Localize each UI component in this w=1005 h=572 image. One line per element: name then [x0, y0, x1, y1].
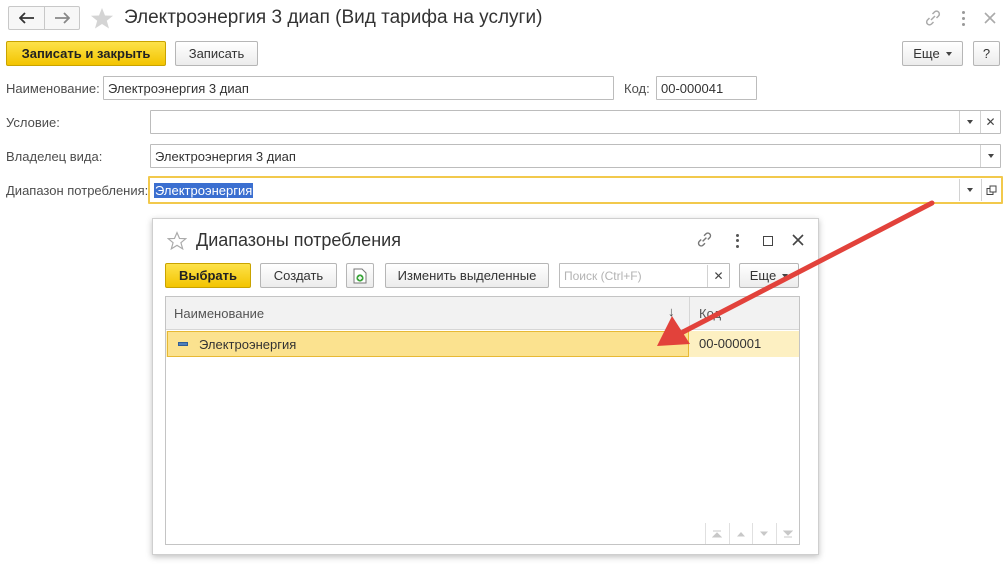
range-value: Электроэнергия: [154, 182, 254, 198]
arrow-right-icon: [55, 12, 70, 24]
condition-clear-button[interactable]: ✕: [980, 111, 1000, 133]
scroll-up-icon: [736, 531, 745, 536]
search-placeholder: Поиск (Ctrl+F): [564, 268, 642, 283]
scroll-first-button[interactable]: [705, 523, 729, 544]
open-icon: [986, 185, 997, 195]
chevron-down-icon: [945, 51, 952, 56]
write-and-close-button[interactable]: Записать и закрыть: [6, 41, 166, 66]
range-label: Диапазон потребления:: [6, 183, 149, 198]
more-vert-icon[interactable]: [734, 233, 740, 249]
last-page-icon: [782, 530, 793, 537]
row-code: 00-000001: [699, 336, 762, 351]
name-field[interactable]: Электроэнергия 3 диап: [103, 76, 614, 100]
scroll-down-button[interactable]: [752, 523, 776, 544]
table-row-name-cell: Электроэнергия: [167, 331, 689, 357]
scroll-up-button[interactable]: [728, 523, 753, 544]
favorite-star-icon[interactable]: [90, 7, 114, 29]
back-button[interactable]: [9, 7, 45, 29]
create-copy-button[interactable]: [346, 263, 374, 288]
table-row[interactable]: Электроэнергия 00-000001: [166, 331, 799, 357]
owner-label: Владелец вида:: [6, 149, 103, 164]
column-header-name-label: Наименование: [174, 306, 265, 321]
table-header: Наименование ↓ Код: [166, 297, 799, 330]
condition-label: Условие:: [6, 115, 60, 130]
window-title: Электроэнергия 3 диап (Вид тарифа на усл…: [124, 7, 543, 28]
chevron-down-icon: [966, 188, 973, 192]
dialog-title: Диапазоны потребления: [196, 230, 401, 250]
code-field[interactable]: 00-000041: [656, 76, 757, 100]
element-icon: [178, 342, 188, 346]
condition-dropdown-button[interactable]: [959, 111, 979, 133]
close-icon[interactable]: [792, 234, 804, 246]
owner-dropdown-button[interactable]: [980, 145, 1000, 167]
chevron-down-icon: [987, 154, 994, 158]
close-icon[interactable]: [983, 11, 997, 25]
search-clear-button[interactable]: ✕: [707, 265, 729, 287]
condition-field[interactable]: ✕: [150, 110, 1001, 134]
column-header-name[interactable]: Наименование ↓: [166, 297, 690, 330]
write-button[interactable]: Записать: [175, 41, 258, 66]
chevron-down-icon: [782, 273, 789, 278]
create-button[interactable]: Создать: [260, 263, 337, 288]
dialog-more-button[interactable]: Еще: [739, 263, 799, 288]
nav-group: [8, 6, 80, 30]
range-field[interactable]: Электроэнергия: [148, 176, 1003, 204]
forward-button[interactable]: [45, 7, 79, 29]
column-header-code[interactable]: Код: [699, 306, 721, 321]
scroll-down-icon: [760, 531, 769, 536]
help-button[interactable]: ?: [973, 41, 1000, 66]
name-label: Наименование:: [6, 81, 100, 96]
sort-arrow-icon: ↓: [668, 304, 675, 319]
favorite-star-icon[interactable]: [167, 231, 187, 250]
chevron-down-icon: [966, 120, 973, 124]
search-input[interactable]: Поиск (Ctrl+F) ✕: [559, 263, 730, 288]
more-vert-icon[interactable]: [960, 9, 966, 27]
link-icon[interactable]: [924, 9, 942, 27]
select-button[interactable]: Выбрать: [165, 263, 251, 288]
row-name: Электроэнергия: [199, 337, 297, 352]
scroll-nav: [705, 523, 799, 544]
code-label: Код:: [624, 81, 650, 96]
owner-value: Электроэнергия 3 диап: [155, 148, 296, 164]
range-open-button[interactable]: [981, 179, 1001, 201]
maximize-icon[interactable]: [763, 236, 773, 246]
range-dropdown-button[interactable]: [959, 179, 979, 201]
copy-add-icon: [353, 268, 367, 283]
arrow-left-icon: [18, 12, 34, 24]
ranges-table: Наименование ↓ Код Электроэнергия 00-000…: [165, 296, 800, 545]
change-selected-button[interactable]: Изменить выделенные: [385, 263, 549, 288]
link-icon[interactable]: [696, 231, 713, 248]
owner-field[interactable]: Электроэнергия 3 диап: [150, 144, 1001, 168]
first-page-icon: [712, 530, 723, 537]
more-button[interactable]: Еще: [902, 41, 963, 66]
selection-dialog: Диапазоны потребления Выбрать Создать Из…: [152, 218, 819, 555]
scroll-last-button[interactable]: [775, 523, 800, 544]
dialog-more-label: Еще: [749, 268, 777, 283]
more-button-label: Еще: [913, 46, 940, 61]
